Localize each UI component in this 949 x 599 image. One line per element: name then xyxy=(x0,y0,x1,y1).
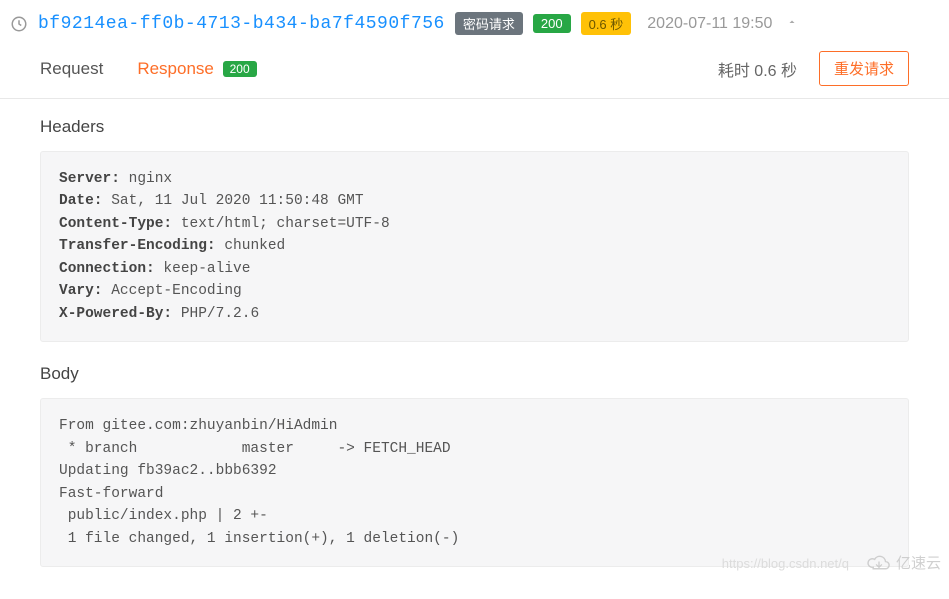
resend-button[interactable]: 重发请求 xyxy=(819,51,909,86)
duration-badge: 0.6 秒 xyxy=(581,12,632,35)
request-header-row: bf9214ea-ff0b-4713-b434-ba7f4590f756 密码请… xyxy=(0,0,949,43)
elapsed-text: 耗时 0.6 秒 xyxy=(718,57,797,81)
tab-bar: Request Response 200 耗时 0.6 秒 重发请求 xyxy=(0,43,949,99)
request-uuid[interactable]: bf9214ea-ff0b-4713-b434-ba7f4590f756 xyxy=(38,14,445,34)
tab-response-badge: 200 xyxy=(223,61,257,77)
tab-response-label: Response xyxy=(137,59,214,78)
watermark-brand: 亿速云 xyxy=(866,552,941,573)
tab-response[interactable]: Response 200 xyxy=(137,59,256,79)
clock-icon xyxy=(10,15,28,33)
response-content: Headers Server: nginx Date: Sat, 11 Jul … xyxy=(0,99,949,599)
headers-code-box: Server: nginx Date: Sat, 11 Jul 2020 11:… xyxy=(40,151,909,342)
body-section-title: Body xyxy=(40,364,909,384)
headers-section-title: Headers xyxy=(40,117,909,137)
timestamp: 2020-07-11 19:50 xyxy=(647,15,772,33)
watermark-url: https://blog.csdn.net/q xyxy=(722,556,849,571)
status-code-badge: 200 xyxy=(533,14,571,33)
collapse-icon[interactable] xyxy=(786,16,798,31)
body-code-box: From gitee.com:zhuyanbin/HiAdmin * branc… xyxy=(40,398,909,567)
watermark-text: 亿速云 xyxy=(896,552,941,573)
request-type-badge: 密码请求 xyxy=(455,12,523,35)
tab-request[interactable]: Request xyxy=(40,59,103,79)
